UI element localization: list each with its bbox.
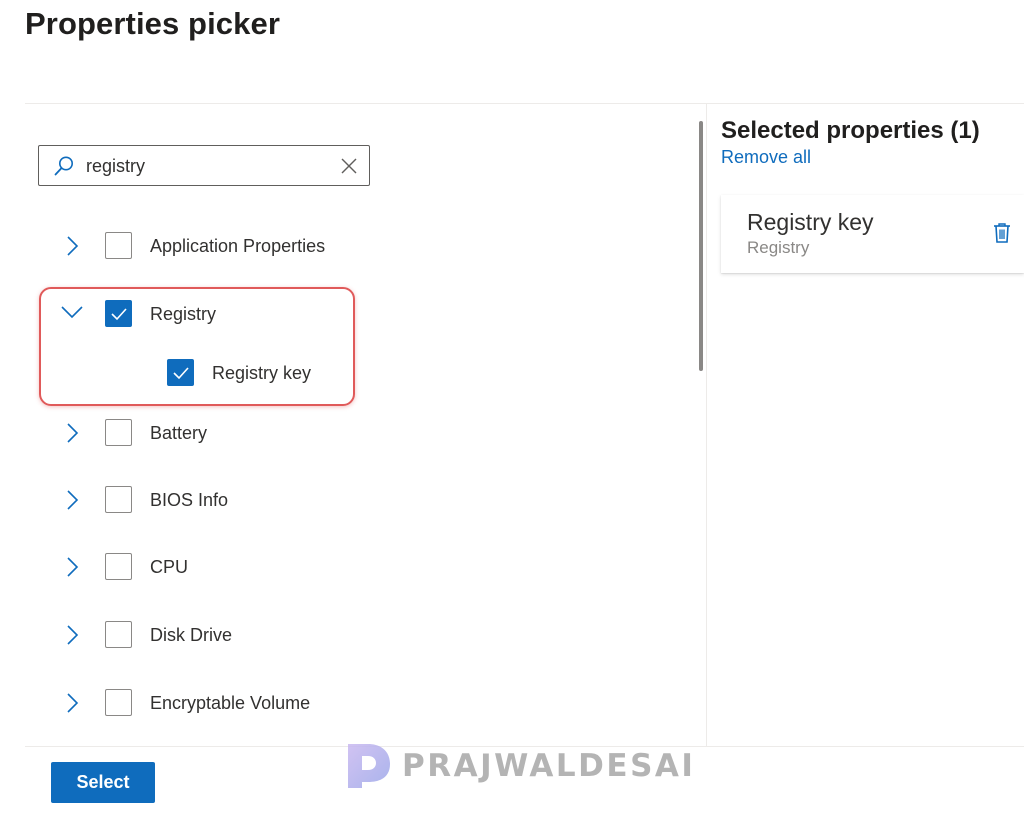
checkbox[interactable]: [105, 232, 132, 259]
tree-item-application-properties[interactable]: Application Properties: [0, 226, 680, 266]
footer-divider: [25, 746, 1024, 747]
tree-item-disk-drive[interactable]: Disk Drive: [0, 615, 680, 655]
watermark-logo-icon: [348, 744, 390, 788]
chevron-right-icon[interactable]: [63, 488, 83, 512]
chevron-right-icon[interactable]: [63, 234, 83, 258]
tree-item-registry-key[interactable]: Registry key: [0, 353, 680, 393]
tree-item-label: Registry key: [212, 363, 312, 383]
tree-item-label: BIOS Info: [150, 490, 229, 510]
chevron-right-icon[interactable]: [63, 691, 83, 715]
chevron-down-icon[interactable]: [60, 302, 84, 322]
watermark-text: PRAJWALDESAI: [402, 748, 696, 784]
selected-property-category: Registry: [747, 238, 810, 257]
trash-icon[interactable]: [992, 222, 1012, 244]
watermark: PRAJWALDESAI: [346, 742, 693, 790]
tree-item-registry[interactable]: Registry: [0, 294, 680, 334]
chevron-right-icon[interactable]: [63, 623, 83, 647]
checkmark-icon: [173, 367, 189, 380]
search-box[interactable]: [38, 145, 370, 186]
checkbox[interactable]: [105, 553, 132, 580]
tree-item-label: Battery: [150, 423, 208, 443]
checkbox[interactable]: [105, 486, 132, 513]
search-icon: [54, 156, 73, 176]
page-title: Properties picker: [25, 6, 280, 41]
properties-picker-page: Properties picker Application Properties: [0, 0, 1024, 814]
tree-item-battery[interactable]: Battery: [0, 413, 680, 453]
selected-property-card: Registry key Registry: [721, 195, 1024, 273]
clear-search-icon[interactable]: [339, 156, 359, 176]
tree-item-label: Encryptable Volume: [150, 693, 311, 713]
chevron-right-icon[interactable]: [63, 421, 83, 445]
remove-all-link[interactable]: Remove all: [721, 147, 811, 168]
checkbox[interactable]: [105, 689, 132, 716]
tree-item-label: CPU: [150, 557, 189, 577]
header-divider: [25, 103, 1024, 104]
select-button[interactable]: Select: [51, 762, 155, 803]
search-input[interactable]: [86, 153, 326, 179]
tree-item-label: Registry: [150, 304, 217, 324]
checkbox-checked[interactable]: [167, 359, 194, 386]
tree-item-label: Disk Drive: [150, 625, 233, 645]
tree-item-encryptable-volume[interactable]: Encryptable Volume: [0, 683, 680, 723]
checkbox-checked[interactable]: [105, 300, 132, 327]
checkbox[interactable]: [105, 621, 132, 648]
selected-properties-title: Selected properties (1): [721, 117, 980, 144]
chevron-right-icon[interactable]: [63, 555, 83, 579]
tree-item-bios-info[interactable]: BIOS Info: [0, 480, 680, 520]
tree-item-cpu[interactable]: CPU: [0, 547, 680, 587]
checkbox[interactable]: [105, 419, 132, 446]
selected-property-name: Registry key: [747, 209, 874, 235]
scrollbar-thumb[interactable]: [699, 121, 703, 371]
panel-divider: [706, 104, 707, 746]
tree-item-label: Application Properties: [150, 236, 326, 256]
checkmark-icon: [111, 308, 127, 321]
